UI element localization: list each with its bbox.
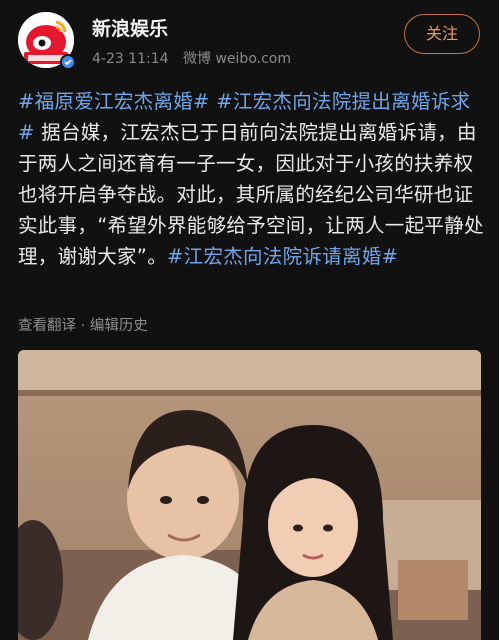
post-source: 微博 weibo.com (183, 51, 291, 67)
post-actions: 查看翻译 · 编辑历史 (18, 314, 148, 335)
account-name[interactable]: 新浪娱乐 (92, 14, 168, 41)
post-body: #福原爱江宏杰离婚# #江宏杰向法院提出离婚诉求# 据台媒，江宏杰已于日前向法院… (18, 86, 486, 272)
follow-button[interactable]: 关注 (404, 14, 480, 54)
post-date: 4-23 11:14 (92, 51, 169, 67)
post-meta: 4-23 11:14 微博 weibo.com (92, 48, 301, 68)
hashtag-link[interactable]: #江宏杰向法院诉请离婚# (167, 245, 398, 268)
translate-link[interactable]: 查看翻译 (18, 318, 76, 334)
separator: · (76, 318, 90, 334)
hashtag-link[interactable]: #福原爱江宏杰离婚# (18, 90, 210, 113)
post-header: 新浪娱乐 4-23 11:14 微博 weibo.com 关注 (0, 0, 499, 78)
verified-badge-icon (60, 54, 76, 70)
edit-history-link[interactable]: 编辑历史 (90, 318, 148, 334)
post-photo[interactable] (18, 350, 481, 640)
couple-photo-image (18, 350, 481, 640)
